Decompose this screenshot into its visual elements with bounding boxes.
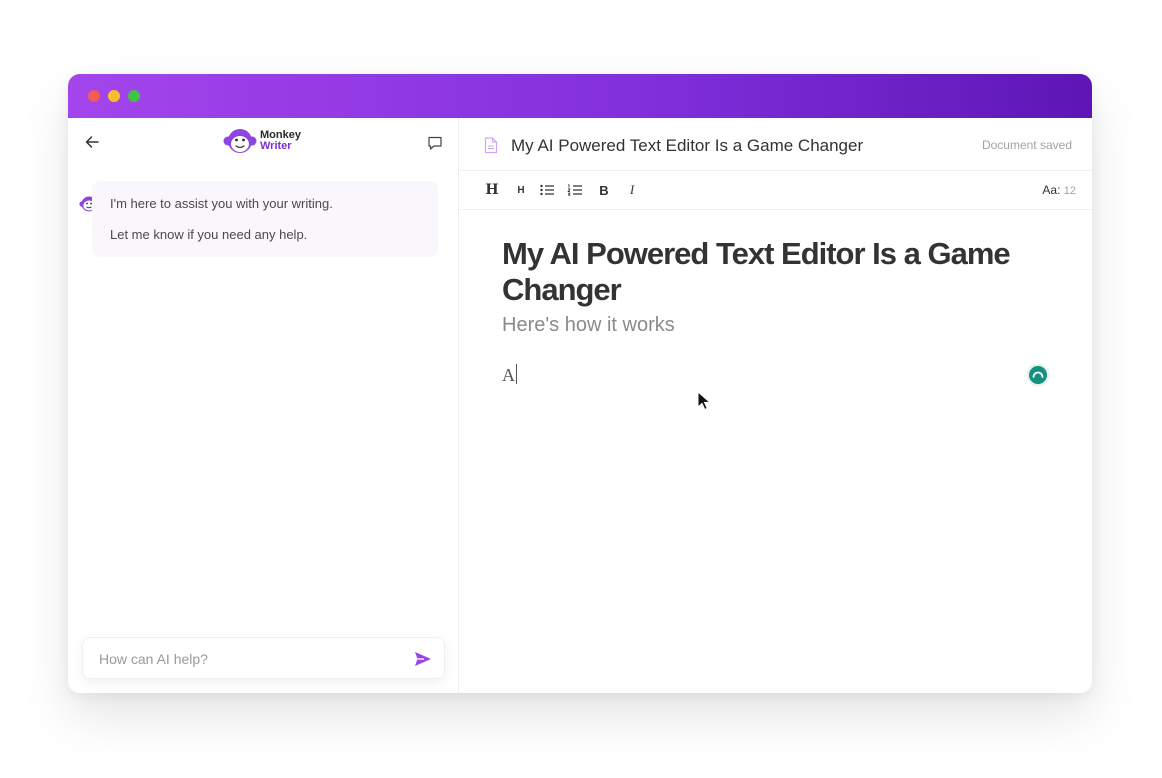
close-window-button[interactable] [88,90,100,102]
font-size-label: Aa [1042,183,1058,197]
mouse-pointer-icon [697,391,711,411]
save-status: Document saved [981,138,1072,152]
grammar-assistant-icon[interactable] [1026,363,1050,387]
title-bar [68,74,1092,118]
bold-button[interactable]: B [596,181,612,199]
article-body[interactable]: A [502,364,517,386]
arrow-left-icon[interactable] [84,134,100,150]
logo-name-line2: Writer [260,140,292,152]
send-icon[interactable] [414,651,432,667]
document-editor: My AI Powered Text Editor Is a Game Chan… [460,118,1092,693]
formatting-toolbar: H H B I Aa: 12 [460,171,1092,210]
app-window: Monkey Writer I'm here to assist you wit… [68,74,1092,693]
article-title[interactable]: My AI Powered Text Editor Is a Game Chan… [502,236,1062,308]
body-text: A [502,365,515,385]
text-caret [516,364,517,384]
maximize-window-button[interactable] [128,90,140,102]
chat-bubble-icon[interactable] [427,135,443,151]
italic-button[interactable]: I [624,181,640,199]
app-logo: Monkey Writer [223,126,301,156]
font-size-value: 12 [1063,185,1076,197]
bullet-list-icon[interactable] [539,181,555,199]
message-line: Let me know if you need any help. [110,227,308,242]
chat-input[interactable] [99,648,399,670]
document-title-header[interactable]: My AI Powered Text Editor Is a Game Chan… [511,136,863,156]
heading2-button[interactable]: H [513,181,529,199]
document-icon [484,137,498,154]
monkey-icon [223,129,257,153]
minimize-window-button[interactable] [108,90,120,102]
assistant-message: I'm here to assist you with your writing… [92,181,438,257]
document-header: My AI Powered Text Editor Is a Game Chan… [460,118,1092,171]
heading1-button[interactable]: H [484,181,500,199]
assistant-sidebar: Monkey Writer I'm here to assist you wit… [68,118,459,693]
chat-input-box [82,637,445,679]
numbered-list-icon[interactable] [567,181,583,199]
font-size-control[interactable]: Aa: 12 [1042,183,1076,197]
article-subtitle[interactable]: Here's how it works [502,314,675,337]
message-line: I'm here to assist you with your writing… [110,196,333,211]
